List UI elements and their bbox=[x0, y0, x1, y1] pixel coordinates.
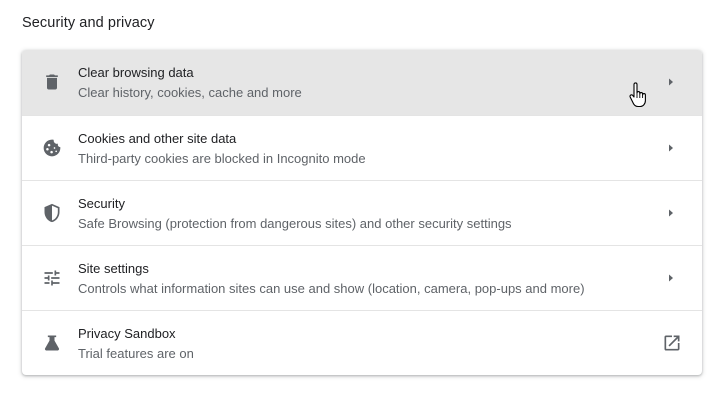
chevron-right-icon bbox=[664, 141, 678, 155]
row-sublabel: Controls what information sites can use … bbox=[78, 281, 585, 296]
row-sublabel: Clear history, cookies, cache and more bbox=[78, 85, 302, 100]
row-label: Security bbox=[78, 196, 125, 211]
row-sublabel: Trial features are on bbox=[78, 346, 194, 361]
flask-icon bbox=[42, 333, 62, 353]
row-label: Clear browsing data bbox=[78, 65, 194, 80]
privacy-sandbox-row[interactable]: Privacy Sandbox Trial features are on bbox=[22, 310, 702, 375]
row-label: Privacy Sandbox bbox=[78, 326, 176, 341]
row-sublabel: Safe Browsing (protection from dangerous… bbox=[78, 216, 512, 231]
security-row[interactable]: Security Safe Browsing (protection from … bbox=[22, 180, 702, 245]
row-label: Cookies and other site data bbox=[78, 131, 237, 146]
cookie-icon bbox=[42, 138, 62, 158]
settings-page: Security and privacy Clear browsing data… bbox=[0, 0, 725, 397]
shield-icon bbox=[42, 203, 62, 223]
open-in-new-icon[interactable] bbox=[662, 333, 682, 353]
chevron-right-icon bbox=[664, 271, 678, 285]
clear-browsing-data-row[interactable]: Clear browsing data Clear history, cooki… bbox=[22, 50, 702, 115]
cookies-site-data-row[interactable]: Cookies and other site data Third-party … bbox=[22, 115, 702, 180]
site-settings-row[interactable]: Site settings Controls what information … bbox=[22, 245, 702, 310]
row-sublabel: Third-party cookies are blocked in Incog… bbox=[78, 151, 366, 166]
row-label: Site settings bbox=[78, 261, 149, 276]
security-privacy-card: Clear browsing data Clear history, cooki… bbox=[22, 50, 702, 375]
chevron-right-icon bbox=[664, 206, 678, 220]
tune-sliders-icon bbox=[42, 268, 62, 288]
section-title: Security and privacy bbox=[22, 15, 155, 31]
trash-icon bbox=[42, 72, 62, 92]
chevron-right-icon bbox=[664, 75, 678, 89]
